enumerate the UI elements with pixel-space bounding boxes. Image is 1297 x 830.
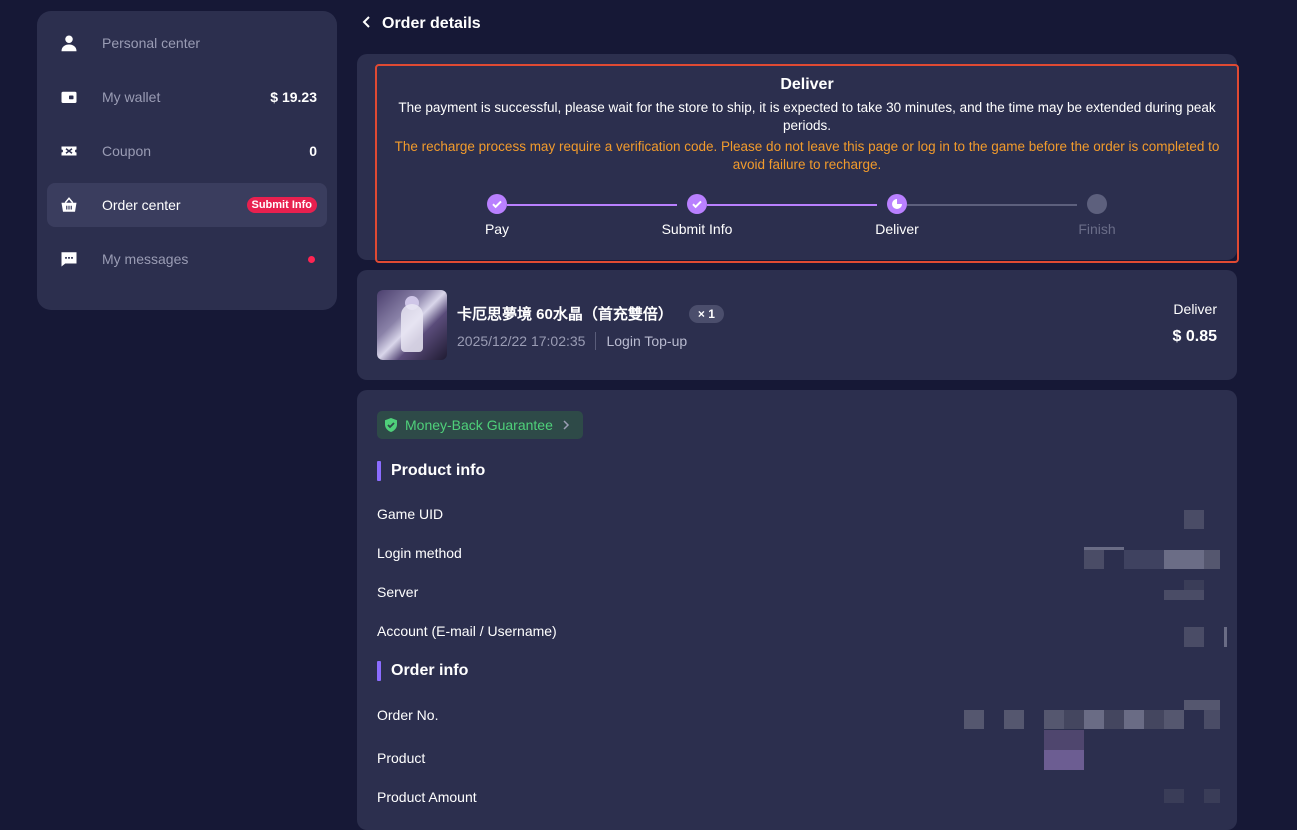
section-accent-bar: [377, 661, 381, 681]
product-name-row: 卡厄思夢境 60水晶（首充雙倍） × 1: [457, 303, 724, 324]
product-thumbnail: [377, 290, 447, 360]
order-info-card: Money-Back Guarantee Product info Game U…: [357, 390, 1237, 830]
clock-icon: [887, 194, 907, 214]
sidebar: Personal center My wallet $ 19.23 Coupon…: [37, 11, 337, 310]
product-status: Deliver: [1173, 301, 1217, 317]
sidebar-item-label: My messages: [102, 251, 189, 267]
product-info-heading: Product info: [377, 461, 485, 481]
section-accent-bar: [377, 461, 381, 481]
status-warning: The recharge process may require a verif…: [394, 139, 1220, 172]
page-header: Order details: [360, 12, 481, 36]
product-card: 卡厄思夢境 60水晶（首充雙倍） × 1 2025/12/22 17:02:35…: [357, 270, 1237, 380]
sidebar-item-label: Personal center: [102, 35, 201, 51]
product-amount-label: Product Amount: [377, 789, 477, 805]
order-no-label: Order No.: [377, 707, 439, 723]
message-icon: [59, 249, 79, 269]
ticket-icon: [59, 141, 79, 161]
unread-dot: [308, 255, 315, 263]
sidebar-item-label: My wallet: [102, 89, 161, 105]
check-icon: [487, 194, 507, 214]
step-finish: Finish: [1037, 194, 1157, 237]
step-submit-info: Submit Info: [637, 194, 757, 237]
server-label: Server: [377, 584, 419, 600]
sidebar-item-coupon[interactable]: Coupon 0: [47, 129, 327, 173]
wallet-icon: [59, 87, 79, 107]
submit-info-badge: Submit Info: [246, 197, 317, 213]
person-icon: [59, 33, 79, 53]
shield-check-icon: [385, 418, 397, 432]
chevron-right-icon: [563, 420, 569, 430]
status-title: Deliver: [780, 76, 834, 93]
sidebar-item-personal-center[interactable]: Personal center: [47, 21, 327, 65]
divider: [595, 332, 597, 350]
progress-steps: Pay Submit Info Deliver Finish: [377, 194, 1237, 254]
section-title: Product info: [391, 462, 486, 479]
product-meta: 2025/12/22 17:02:35 Login Top-up: [457, 332, 687, 350]
product-label: Product: [377, 750, 426, 766]
check-icon: [687, 194, 707, 214]
sidebar-item-label: Coupon: [102, 143, 152, 159]
coupon-count: 0: [309, 143, 317, 159]
money-back-guarantee-button[interactable]: Money-Back Guarantee: [377, 411, 583, 439]
step-label: Deliver: [875, 221, 919, 237]
order-info-heading: Order info: [377, 661, 468, 681]
sidebar-item-my-wallet[interactable]: My wallet $ 19.23: [47, 75, 327, 119]
step-label: Submit Info: [661, 221, 733, 237]
sidebar-item-order-center[interactable]: Order center Submit Info: [47, 183, 327, 227]
login-method-label: Login method: [377, 545, 462, 561]
product-name: 卡厄思夢境 60水晶（首充雙倍）: [457, 306, 673, 323]
step-deliver: Deliver: [837, 194, 957, 237]
wallet-balance: $ 19.23: [270, 89, 317, 105]
quantity-badge: × 1: [688, 304, 724, 323]
step-pay: Pay: [437, 194, 557, 237]
page-title: Order details: [382, 15, 481, 32]
topup-mode: Login Top-up: [606, 333, 688, 349]
sidebar-item-label: Order center: [102, 197, 181, 213]
section-title: Order info: [391, 662, 469, 679]
account-label: Account (E-mail / Username): [377, 623, 557, 639]
game-uid-label: Game UID: [377, 506, 444, 522]
guarantee-label: Money-Back Guarantee: [405, 417, 553, 433]
basket-icon: [59, 195, 79, 215]
sidebar-item-my-messages[interactable]: My messages: [47, 237, 327, 281]
back-chevron-icon[interactable]: [360, 15, 378, 33]
pending-dot-icon: [1087, 194, 1107, 214]
delivery-status-panel: Deliver The payment is successful, pleas…: [375, 64, 1239, 263]
step-label: Finish: [1078, 221, 1116, 237]
order-date: 2025/12/22 17:02:35: [457, 333, 586, 349]
status-message: The payment is successful, please wait f…: [398, 100, 1216, 133]
step-label: Pay: [484, 221, 510, 237]
product-price: $ 0.85: [1172, 328, 1217, 345]
